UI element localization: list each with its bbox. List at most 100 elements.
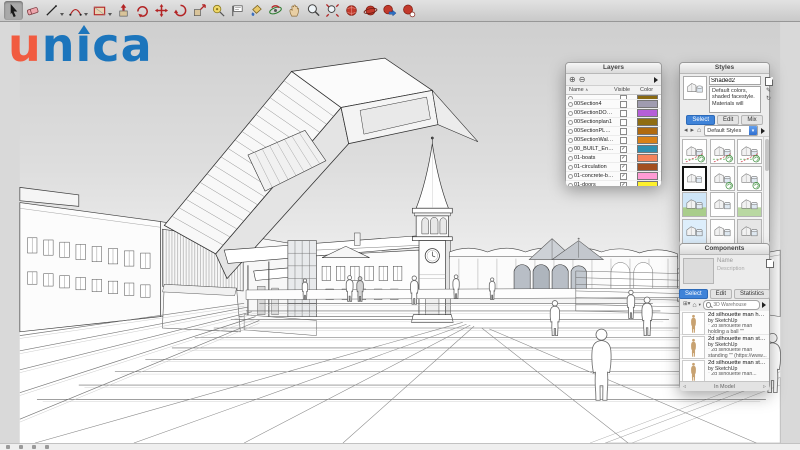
visibility-checkbox[interactable] — [620, 118, 627, 126]
zoom-tool[interactable] — [304, 1, 323, 20]
active-layer-radio[interactable] — [568, 137, 573, 143]
dropdown-arrow-icon[interactable]: ▾ — [749, 126, 757, 135]
layer-color-swatch[interactable] — [637, 109, 658, 117]
visibility-checkbox[interactable]: ✓ — [620, 163, 627, 171]
active-layer-radio[interactable] — [568, 173, 573, 179]
layer-row[interactable]: 00Sectionplan1 — [566, 118, 661, 127]
layer-color-swatch[interactable] — [637, 154, 658, 162]
paint-bucket-tool[interactable] — [247, 1, 266, 20]
visibility-checkbox[interactable] — [620, 100, 627, 108]
visibility-checkbox[interactable]: ✓ — [620, 172, 627, 180]
scale-tool[interactable] — [190, 1, 209, 20]
move-tool[interactable] — [152, 1, 171, 20]
tab-mix[interactable]: Mix — [741, 114, 763, 125]
home-dropdown-icon[interactable]: ▾ — [699, 302, 701, 308]
rotate-tool[interactable] — [171, 1, 190, 20]
styles-details-button[interactable] — [761, 127, 765, 134]
tab-statistics[interactable]: Statistics — [734, 288, 771, 299]
forward-icon[interactable]: ▸ — [691, 127, 695, 134]
dimension-tool[interactable] — [228, 1, 247, 20]
visibility-checkbox[interactable]: ✓ — [620, 154, 627, 162]
view-options-icon[interactable]: ⊞▾ — [683, 302, 690, 308]
style-thumbnail[interactable] — [737, 192, 762, 217]
styles-scrollbar[interactable] — [763, 137, 769, 245]
style-thumbnail[interactable] — [682, 165, 707, 191]
visibility-checkbox[interactable]: ✓ — [620, 181, 627, 186]
layer-row[interactable]: 00SectionWalkwa — [566, 136, 661, 145]
layer-color-swatch[interactable] — [637, 118, 658, 126]
tab-edit[interactable]: Edit — [717, 114, 740, 125]
active-layer-radio[interactable] — [568, 155, 573, 161]
arc-tool[interactable] — [66, 1, 85, 20]
style-thumbnail[interactable] — [737, 165, 762, 191]
column-color[interactable]: Color — [640, 87, 662, 93]
tape-measure-tool[interactable] — [209, 1, 228, 20]
next-page-icon[interactable]: ▹ — [763, 384, 766, 390]
style-thumbnail[interactable] — [709, 192, 735, 217]
update-style-icon[interactable]: ↻ — [766, 96, 771, 102]
layer-row[interactable]: 00SectionPLAND — [566, 127, 661, 136]
active-layer-radio[interactable] — [568, 146, 573, 152]
layers-details-button[interactable] — [654, 76, 658, 83]
push-pull-tool[interactable] — [114, 1, 133, 20]
remove-layer-button[interactable]: ⊖ — [579, 75, 586, 84]
components-panel-title[interactable]: Components — [680, 244, 769, 255]
model-viewport[interactable]: unıca Layers ⊕ ⊖ Name ∧ Visible Color 00… — [0, 22, 800, 443]
geolocation-icon[interactable] — [6, 445, 10, 449]
layer-color-swatch[interactable] — [637, 172, 658, 180]
add-layer-button[interactable]: ⊕ — [569, 75, 576, 84]
active-layer-radio[interactable] — [568, 164, 573, 170]
tab-select[interactable]: Select — [686, 114, 715, 125]
column-visible[interactable]: Visible — [614, 87, 640, 93]
layer-color-swatch[interactable] — [637, 181, 658, 186]
layer-color-swatch[interactable] — [637, 127, 658, 135]
back-icon[interactable]: ◂ — [684, 127, 688, 134]
style-thumbnail[interactable] — [682, 192, 707, 217]
extension-warehouse-tool[interactable] — [399, 1, 418, 20]
styles-collection-dropdown[interactable]: Default Styles ▾ — [704, 125, 758, 136]
active-layer-radio[interactable] — [568, 101, 573, 107]
layer-row[interactable]: 01-concrete-bldg ✓ — [566, 172, 661, 181]
share-model-tool[interactable] — [380, 1, 399, 20]
home-icon[interactable]: ⌂ — [692, 302, 696, 309]
follow-me-tool[interactable] — [133, 1, 152, 20]
layer-row[interactable]: 01-doors ✓ — [566, 181, 661, 186]
style-thumbnail[interactable] — [709, 165, 735, 191]
style-name-input[interactable] — [709, 76, 761, 85]
visibility-checkbox[interactable]: ✓ — [620, 145, 627, 153]
layer-row[interactable]: 00Section4 — [566, 100, 661, 109]
eraser-tool[interactable] — [23, 1, 42, 20]
style-thumbnail[interactable] — [682, 218, 707, 244]
components-search[interactable] — [702, 300, 760, 310]
search-input[interactable] — [713, 302, 757, 308]
tool-dropdown-caret[interactable] — [84, 13, 88, 16]
orbit-tool[interactable] — [266, 1, 285, 20]
tab-select[interactable]: Select — [678, 288, 708, 299]
layer-color-swatch[interactable] — [637, 145, 658, 153]
style-thumbnail[interactable] — [737, 218, 762, 244]
add-location-tool[interactable] — [342, 1, 361, 20]
create-style-icon[interactable] — [764, 77, 773, 86]
component-list-item[interactable]: 2d silhouette man hol... by SketchUp " 2… — [680, 311, 769, 335]
column-name[interactable]: Name ∧ — [569, 87, 614, 93]
visibility-checkbox[interactable] — [620, 136, 627, 144]
active-layer-radio[interactable] — [568, 110, 573, 116]
components-details-button[interactable] — [762, 302, 766, 308]
pan-tool[interactable] — [285, 1, 304, 20]
claim-model-icon[interactable] — [32, 445, 36, 449]
home-icon[interactable]: ⌂ — [697, 127, 701, 134]
layer-row[interactable]: 00SectionDORM — [566, 109, 661, 118]
zoom-extents-tool[interactable] — [323, 1, 342, 20]
tool-dropdown-caret[interactable] — [108, 13, 112, 16]
visibility-checkbox[interactable] — [620, 109, 627, 117]
style-thumbnail[interactable] — [737, 139, 762, 164]
toggle-terrain-tool[interactable] — [361, 1, 380, 20]
credits-icon[interactable] — [19, 445, 23, 449]
in-model-icon[interactable] — [765, 259, 774, 268]
edit-style-icon[interactable]: ✎ — [766, 88, 771, 94]
tab-edit[interactable]: Edit — [709, 288, 733, 299]
style-thumbnail[interactable] — [709, 218, 735, 244]
component-list-item[interactable]: 2d silhouette man sta... by SketchUp " 2… — [680, 359, 769, 381]
layer-row[interactable]: 01-boats ✓ — [566, 154, 661, 163]
active-layer-radio[interactable] — [568, 119, 573, 125]
